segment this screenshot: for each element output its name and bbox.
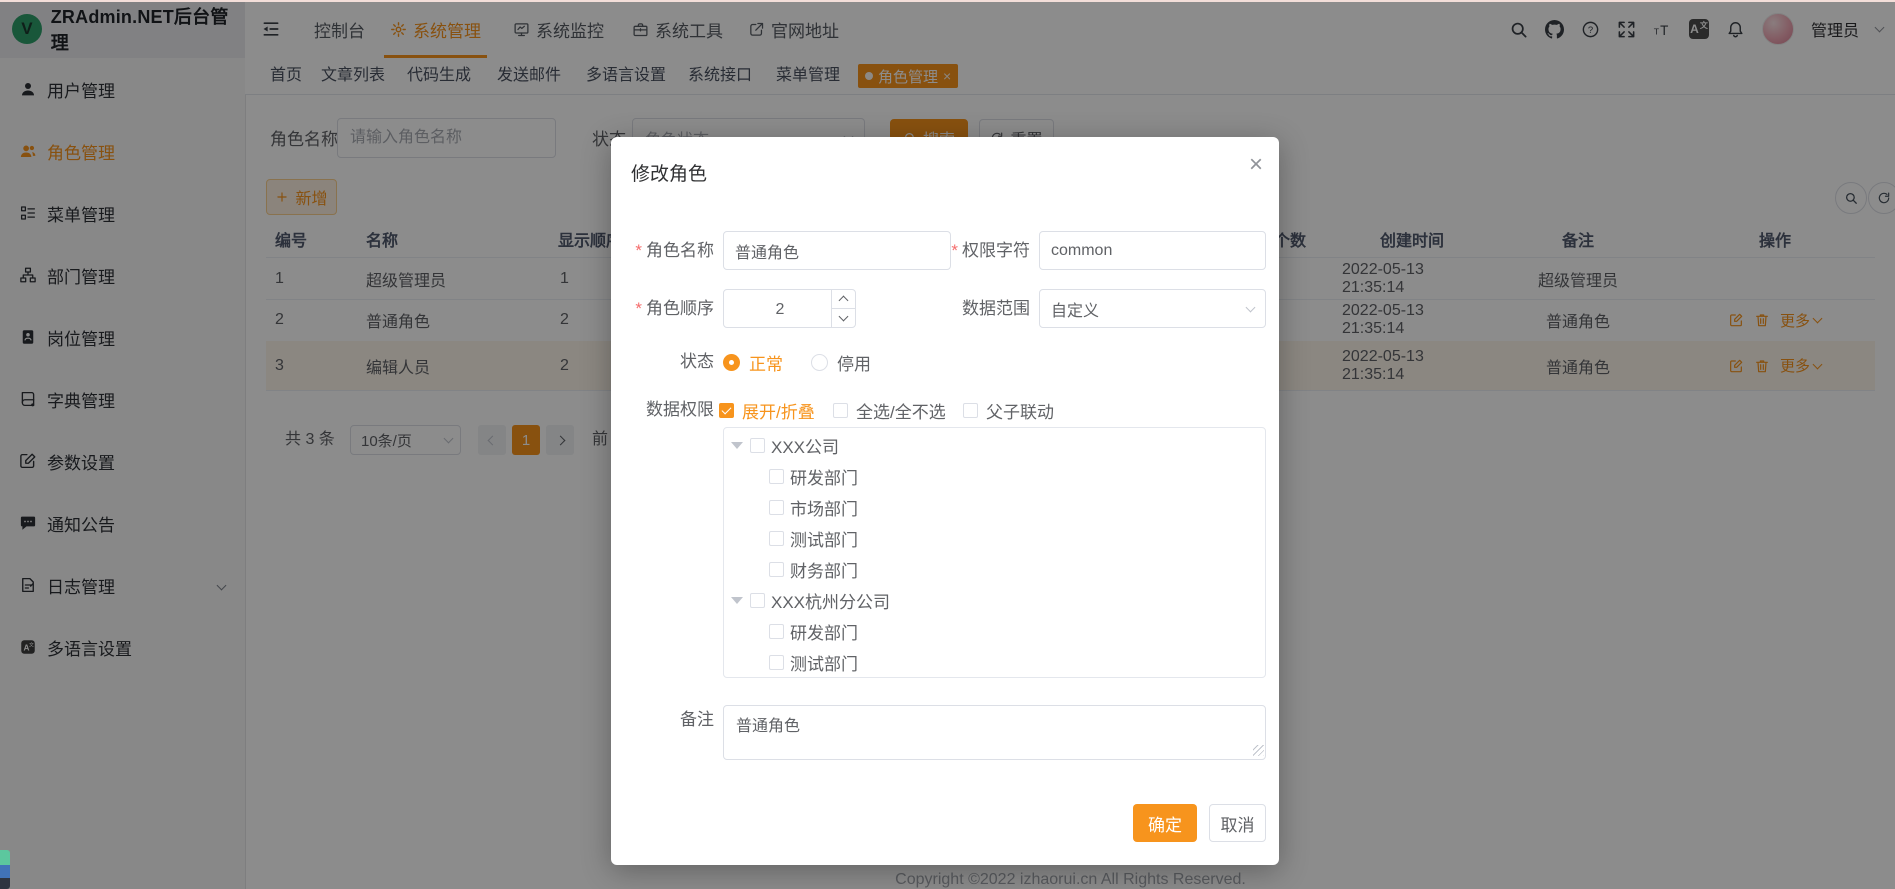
radio-selected-icon bbox=[723, 354, 740, 371]
stepper-decrease-button[interactable] bbox=[831, 309, 855, 328]
role-order-stepper bbox=[723, 289, 856, 328]
role-name-input[interactable] bbox=[723, 231, 951, 270]
checkbox-icon[interactable] bbox=[750, 438, 765, 453]
data-permission-label: 数据权限 bbox=[611, 392, 714, 428]
checkbox-label: 父子联动 bbox=[986, 398, 1054, 423]
tree-node-branch-company[interactable]: XXX杭州分公司 bbox=[724, 585, 1265, 616]
close-icon[interactable]: × bbox=[1249, 153, 1263, 177]
tree-node-dept[interactable]: 财务部门 bbox=[724, 554, 1265, 585]
checkbox-icon[interactable] bbox=[750, 593, 765, 608]
role-name-label: 角色名称 bbox=[611, 231, 714, 270]
remark-label: 备注 bbox=[611, 700, 714, 739]
tree-node-dept[interactable]: 市场部门 bbox=[724, 492, 1265, 523]
data-scope-label: 数据范围 bbox=[927, 289, 1030, 328]
tree-node-label: XXX公司 bbox=[771, 433, 839, 458]
role-order-input[interactable] bbox=[724, 290, 836, 329]
confirm-button[interactable]: 确定 bbox=[1133, 804, 1197, 842]
tree-node-label: 测试部门 bbox=[790, 650, 858, 675]
radio-unselected-icon bbox=[811, 354, 828, 371]
dialog-title: 修改角色 bbox=[631, 159, 707, 186]
checkbox-checked-icon bbox=[719, 403, 734, 418]
role-order-label: 角色顺序 bbox=[611, 289, 714, 328]
data-scope-select[interactable]: 自定义 bbox=[1039, 289, 1266, 328]
tree-node-dept[interactable]: 测试部门 bbox=[724, 647, 1265, 678]
expand-collapse-checkbox[interactable]: 展开/折叠 bbox=[719, 392, 815, 428]
checkbox-icon[interactable] bbox=[769, 500, 784, 515]
checkbox-icon[interactable] bbox=[769, 531, 784, 546]
checkbox-icon bbox=[833, 403, 848, 418]
corner-widget bbox=[0, 850, 10, 889]
role-key-input[interactable] bbox=[1039, 231, 1266, 270]
tree-node-dept[interactable]: 研发部门 bbox=[724, 461, 1265, 492]
tree-expand-icon[interactable] bbox=[731, 597, 743, 604]
checkbox-icon[interactable] bbox=[769, 562, 784, 577]
stepper-increase-button[interactable] bbox=[831, 290, 855, 309]
radio-label: 停用 bbox=[837, 350, 871, 375]
tree-node-company[interactable]: XXX公司 bbox=[724, 430, 1265, 461]
status-label: 状态 bbox=[611, 344, 714, 380]
parent-child-link-checkbox[interactable]: 父子联动 bbox=[963, 392, 1054, 428]
tree-expand-icon[interactable] bbox=[731, 442, 743, 449]
tree-node-dept[interactable]: 研发部门 bbox=[724, 616, 1265, 647]
select-all-checkbox[interactable]: 全选/全不选 bbox=[833, 392, 946, 428]
select-chevron-down-icon bbox=[1246, 302, 1256, 312]
app-window: V ZRAdmin.NET后台管理 控制台 系统管理 系统监控 系统工具 官网地… bbox=[0, 0, 1895, 889]
checkbox-icon[interactable] bbox=[769, 624, 784, 639]
tree-node-label: XXX杭州分公司 bbox=[771, 588, 890, 613]
checkbox-icon bbox=[963, 403, 978, 418]
checkbox-icon[interactable] bbox=[769, 655, 784, 670]
tree-node-label: 研发部门 bbox=[790, 619, 858, 644]
checkbox-icon[interactable] bbox=[769, 469, 784, 484]
edit-role-dialog: 修改角色 × 角色名称 权限字符 角色顺序 数据范围 自定义 状态 正常 停用 bbox=[611, 137, 1279, 865]
status-radio-disabled[interactable]: 停用 bbox=[811, 344, 871, 380]
checkbox-label: 展开/折叠 bbox=[742, 398, 815, 423]
tree-node-label: 研发部门 bbox=[790, 464, 858, 489]
window-top-edge bbox=[0, 0, 1895, 2]
tree-node-dept[interactable]: 测试部门 bbox=[724, 523, 1265, 554]
role-key-label: 权限字符 bbox=[927, 231, 1030, 270]
data-scope-value: 自定义 bbox=[1051, 297, 1247, 321]
permission-tree: XXX公司 研发部门 市场部门 测试部门 财务部门 XXX杭州分公司 bbox=[723, 427, 1266, 678]
status-radio-normal[interactable]: 正常 bbox=[723, 344, 783, 380]
tree-node-label: 测试部门 bbox=[790, 526, 858, 551]
cancel-button[interactable]: 取消 bbox=[1209, 804, 1266, 842]
remark-textarea[interactable]: 普通角色 bbox=[723, 705, 1266, 760]
tree-node-label: 财务部门 bbox=[790, 557, 858, 582]
tree-node-label: 市场部门 bbox=[790, 495, 858, 520]
checkbox-label: 全选/全不选 bbox=[856, 398, 946, 423]
radio-label: 正常 bbox=[749, 350, 783, 375]
